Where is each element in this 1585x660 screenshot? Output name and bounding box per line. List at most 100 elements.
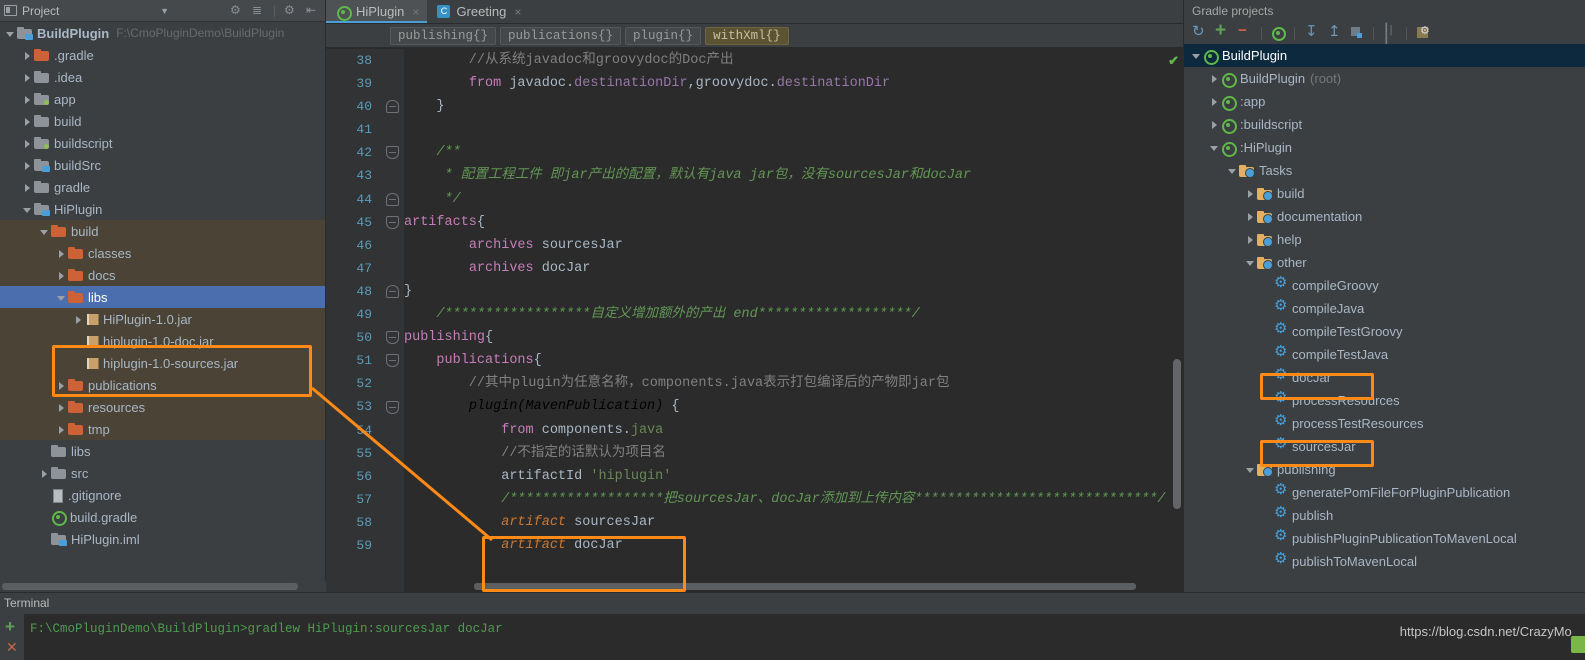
editor-horizontal-scrollbar[interactable] xyxy=(404,581,1169,592)
tree-expand-arrow-open[interactable] xyxy=(55,291,68,304)
gradle-tree-row[interactable]: compileTestGroovy xyxy=(1184,320,1585,343)
remove-icon[interactable] xyxy=(1238,22,1252,40)
tree-expand-arrow-closed[interactable] xyxy=(21,71,34,84)
tree-expand-arrow-closed[interactable] xyxy=(1208,72,1221,85)
tree-expand-arrow-open[interactable] xyxy=(21,203,34,216)
gradle-tree-row[interactable]: documentation xyxy=(1184,205,1585,228)
tree-expand-arrow-closed[interactable] xyxy=(21,159,34,172)
project-tree-row[interactable]: src xyxy=(0,462,325,484)
code-text[interactable]: //从系统javadoc和groovydoc的Doc产出 from javado… xyxy=(404,49,1183,592)
project-tree-row[interactable]: buildscript xyxy=(0,132,325,154)
gradle-settings-icon[interactable] xyxy=(1416,24,1430,40)
refresh-icon[interactable] xyxy=(1192,22,1206,40)
project-tree-row[interactable]: resources xyxy=(0,396,325,418)
code-editor[interactable]: 38 39 40 41 42 43 44 45 46 47 48 49 50 51 52 53 54 55 56 57… xyxy=(326,49,1183,592)
breadcrumb-item[interactable]: publishing{} xyxy=(390,26,497,45)
tree-expand-arrow-closed[interactable] xyxy=(55,269,68,282)
project-tree-row[interactable]: hiplugin-1.0-sources.jar xyxy=(0,352,325,374)
tree-expand-arrow-closed[interactable] xyxy=(55,247,68,260)
close-icon[interactable]: × xyxy=(514,5,521,19)
breadcrumb-item[interactable]: plugin{} xyxy=(625,26,702,45)
expand-all-icon[interactable] xyxy=(1304,22,1318,40)
gradle-tree-row[interactable]: :HiPlugin xyxy=(1184,136,1585,159)
gradle-tree-row[interactable]: publishPluginPublicationToMavenLocal xyxy=(1184,527,1585,550)
fold-marker[interactable] xyxy=(386,331,399,345)
collapse-all-icon[interactable] xyxy=(1327,22,1341,40)
tree-expand-arrow-open[interactable] xyxy=(1226,164,1239,177)
tree-expand-arrow-closed[interactable] xyxy=(21,181,34,194)
tree-expand-arrow-open[interactable] xyxy=(1190,49,1203,62)
fold-marker[interactable] xyxy=(386,285,399,298)
close-icon[interactable]: × xyxy=(412,5,419,19)
project-tree-row[interactable]: HiPlugin-1.0.jar xyxy=(0,308,325,330)
inspection-ok-icon[interactable]: ✔ xyxy=(1168,53,1179,69)
gradle-icon[interactable] xyxy=(1271,26,1286,41)
project-tree-row[interactable]: build xyxy=(0,220,325,242)
tree-expand-arrow-closed[interactable] xyxy=(55,423,68,436)
tree-expand-arrow-open[interactable] xyxy=(1244,463,1257,476)
tree-expand-arrow-open[interactable] xyxy=(1208,141,1221,154)
gradle-tree-row[interactable]: publishing xyxy=(1184,458,1585,481)
project-tree-row[interactable]: .gitignore xyxy=(0,484,325,506)
gradle-tree-row[interactable]: compileJava xyxy=(1184,297,1585,320)
gradle-tree-row[interactable]: help xyxy=(1184,228,1585,251)
fold-marker[interactable] xyxy=(386,146,399,160)
project-tree-row[interactable]: tmp xyxy=(0,418,325,440)
tree-expand-arrow-open[interactable] xyxy=(38,225,51,238)
project-tree-row[interactable]: libs xyxy=(0,286,325,308)
terminal-tool-label[interactable]: Terminal xyxy=(4,596,49,610)
editor-vertical-scrollbar[interactable] xyxy=(1173,359,1181,509)
fold-marker[interactable] xyxy=(386,100,399,114)
project-horizontal-scrollbar[interactable] xyxy=(0,581,326,592)
tree-expand-arrow-closed[interactable] xyxy=(55,401,68,414)
project-tree-row[interactable]: hiplugin-1.0-doc.jar xyxy=(0,330,325,352)
module-icon[interactable] xyxy=(1350,26,1364,40)
tree-expand-arrow-closed[interactable] xyxy=(1244,187,1257,200)
gradle-tree-row[interactable]: Tasks xyxy=(1184,159,1585,182)
project-tree-row[interactable]: .gradle xyxy=(0,44,325,66)
terminal-panel[interactable]: + ✕ F:\CmoPluginDemo\BuildPlugin>gradlew… xyxy=(0,614,1585,660)
gradle-tree-row[interactable]: processTestResources xyxy=(1184,412,1585,435)
breadcrumb-item[interactable]: withXml{} xyxy=(705,26,789,45)
gradle-tree-row[interactable]: compileTestJava xyxy=(1184,343,1585,366)
tree-expand-arrow-closed[interactable] xyxy=(1244,210,1257,223)
gradle-tree-row[interactable]: :app xyxy=(1184,90,1585,113)
project-tree-row[interactable]: gradle xyxy=(0,176,325,198)
fold-marker[interactable] xyxy=(386,192,399,206)
chevron-down-icon[interactable]: ▼ xyxy=(160,6,169,16)
fold-marker[interactable] xyxy=(386,215,399,229)
project-tree-row[interactable]: buildSrc xyxy=(0,154,325,176)
editor-tab-hiplugin[interactable]: HiPlugin × xyxy=(326,0,428,23)
project-scrollbar-thumb[interactable] xyxy=(2,583,298,590)
tree-expand-arrow-closed[interactable] xyxy=(38,467,51,480)
project-tree-row[interactable]: build.gradle xyxy=(0,506,325,528)
project-tree-row[interactable]: libs xyxy=(0,440,325,462)
project-tree-row[interactable]: HiPlugin xyxy=(0,198,325,220)
gradle-tree-row[interactable]: sourcesJar xyxy=(1184,435,1585,458)
project-tree-row[interactable]: build xyxy=(0,110,325,132)
code-folding-column[interactable] xyxy=(382,49,404,592)
gradle-tree-row[interactable]: processResources xyxy=(1184,389,1585,412)
gradle-tree-row[interactable]: build xyxy=(1184,182,1585,205)
tree-expand-arrow-closed[interactable] xyxy=(72,313,85,326)
gradle-tree-row[interactable]: publishToMavenLocal xyxy=(1184,550,1585,573)
tree-expand-arrow-open[interactable] xyxy=(4,27,17,40)
gradle-tree-row[interactable]: :buildscript xyxy=(1184,113,1585,136)
collapse-all-icon[interactable]: ≣ xyxy=(252,4,265,17)
gradle-tree-row[interactable]: generatePomFileForPluginPublication xyxy=(1184,481,1585,504)
gradle-tree-row[interactable]: BuildPlugin xyxy=(1184,44,1585,67)
settings-icon[interactable]: ⚙ xyxy=(284,4,297,17)
new-session-icon[interactable]: + xyxy=(5,618,15,635)
tree-expand-arrow-closed[interactable] xyxy=(21,137,34,150)
breadcrumb-item[interactable]: publications{} xyxy=(500,26,622,45)
project-tree-row[interactable]: HiPlugin.iml xyxy=(0,528,325,550)
fold-marker[interactable] xyxy=(386,400,399,414)
locate-icon[interactable]: ⚙ xyxy=(230,4,243,17)
gradle-task-tree[interactable]: BuildPlugin BuildPlugin (root):app:buildsc… xyxy=(1184,44,1585,592)
tree-expand-arrow-closed[interactable] xyxy=(1208,95,1221,108)
tree-expand-arrow-closed[interactable] xyxy=(55,379,68,392)
tree-expand-arrow-open[interactable] xyxy=(1244,256,1257,269)
tree-expand-arrow-closed[interactable] xyxy=(1208,118,1221,131)
tree-expand-arrow-closed[interactable] xyxy=(21,49,34,62)
gradle-tree-row[interactable]: docJar xyxy=(1184,366,1585,389)
